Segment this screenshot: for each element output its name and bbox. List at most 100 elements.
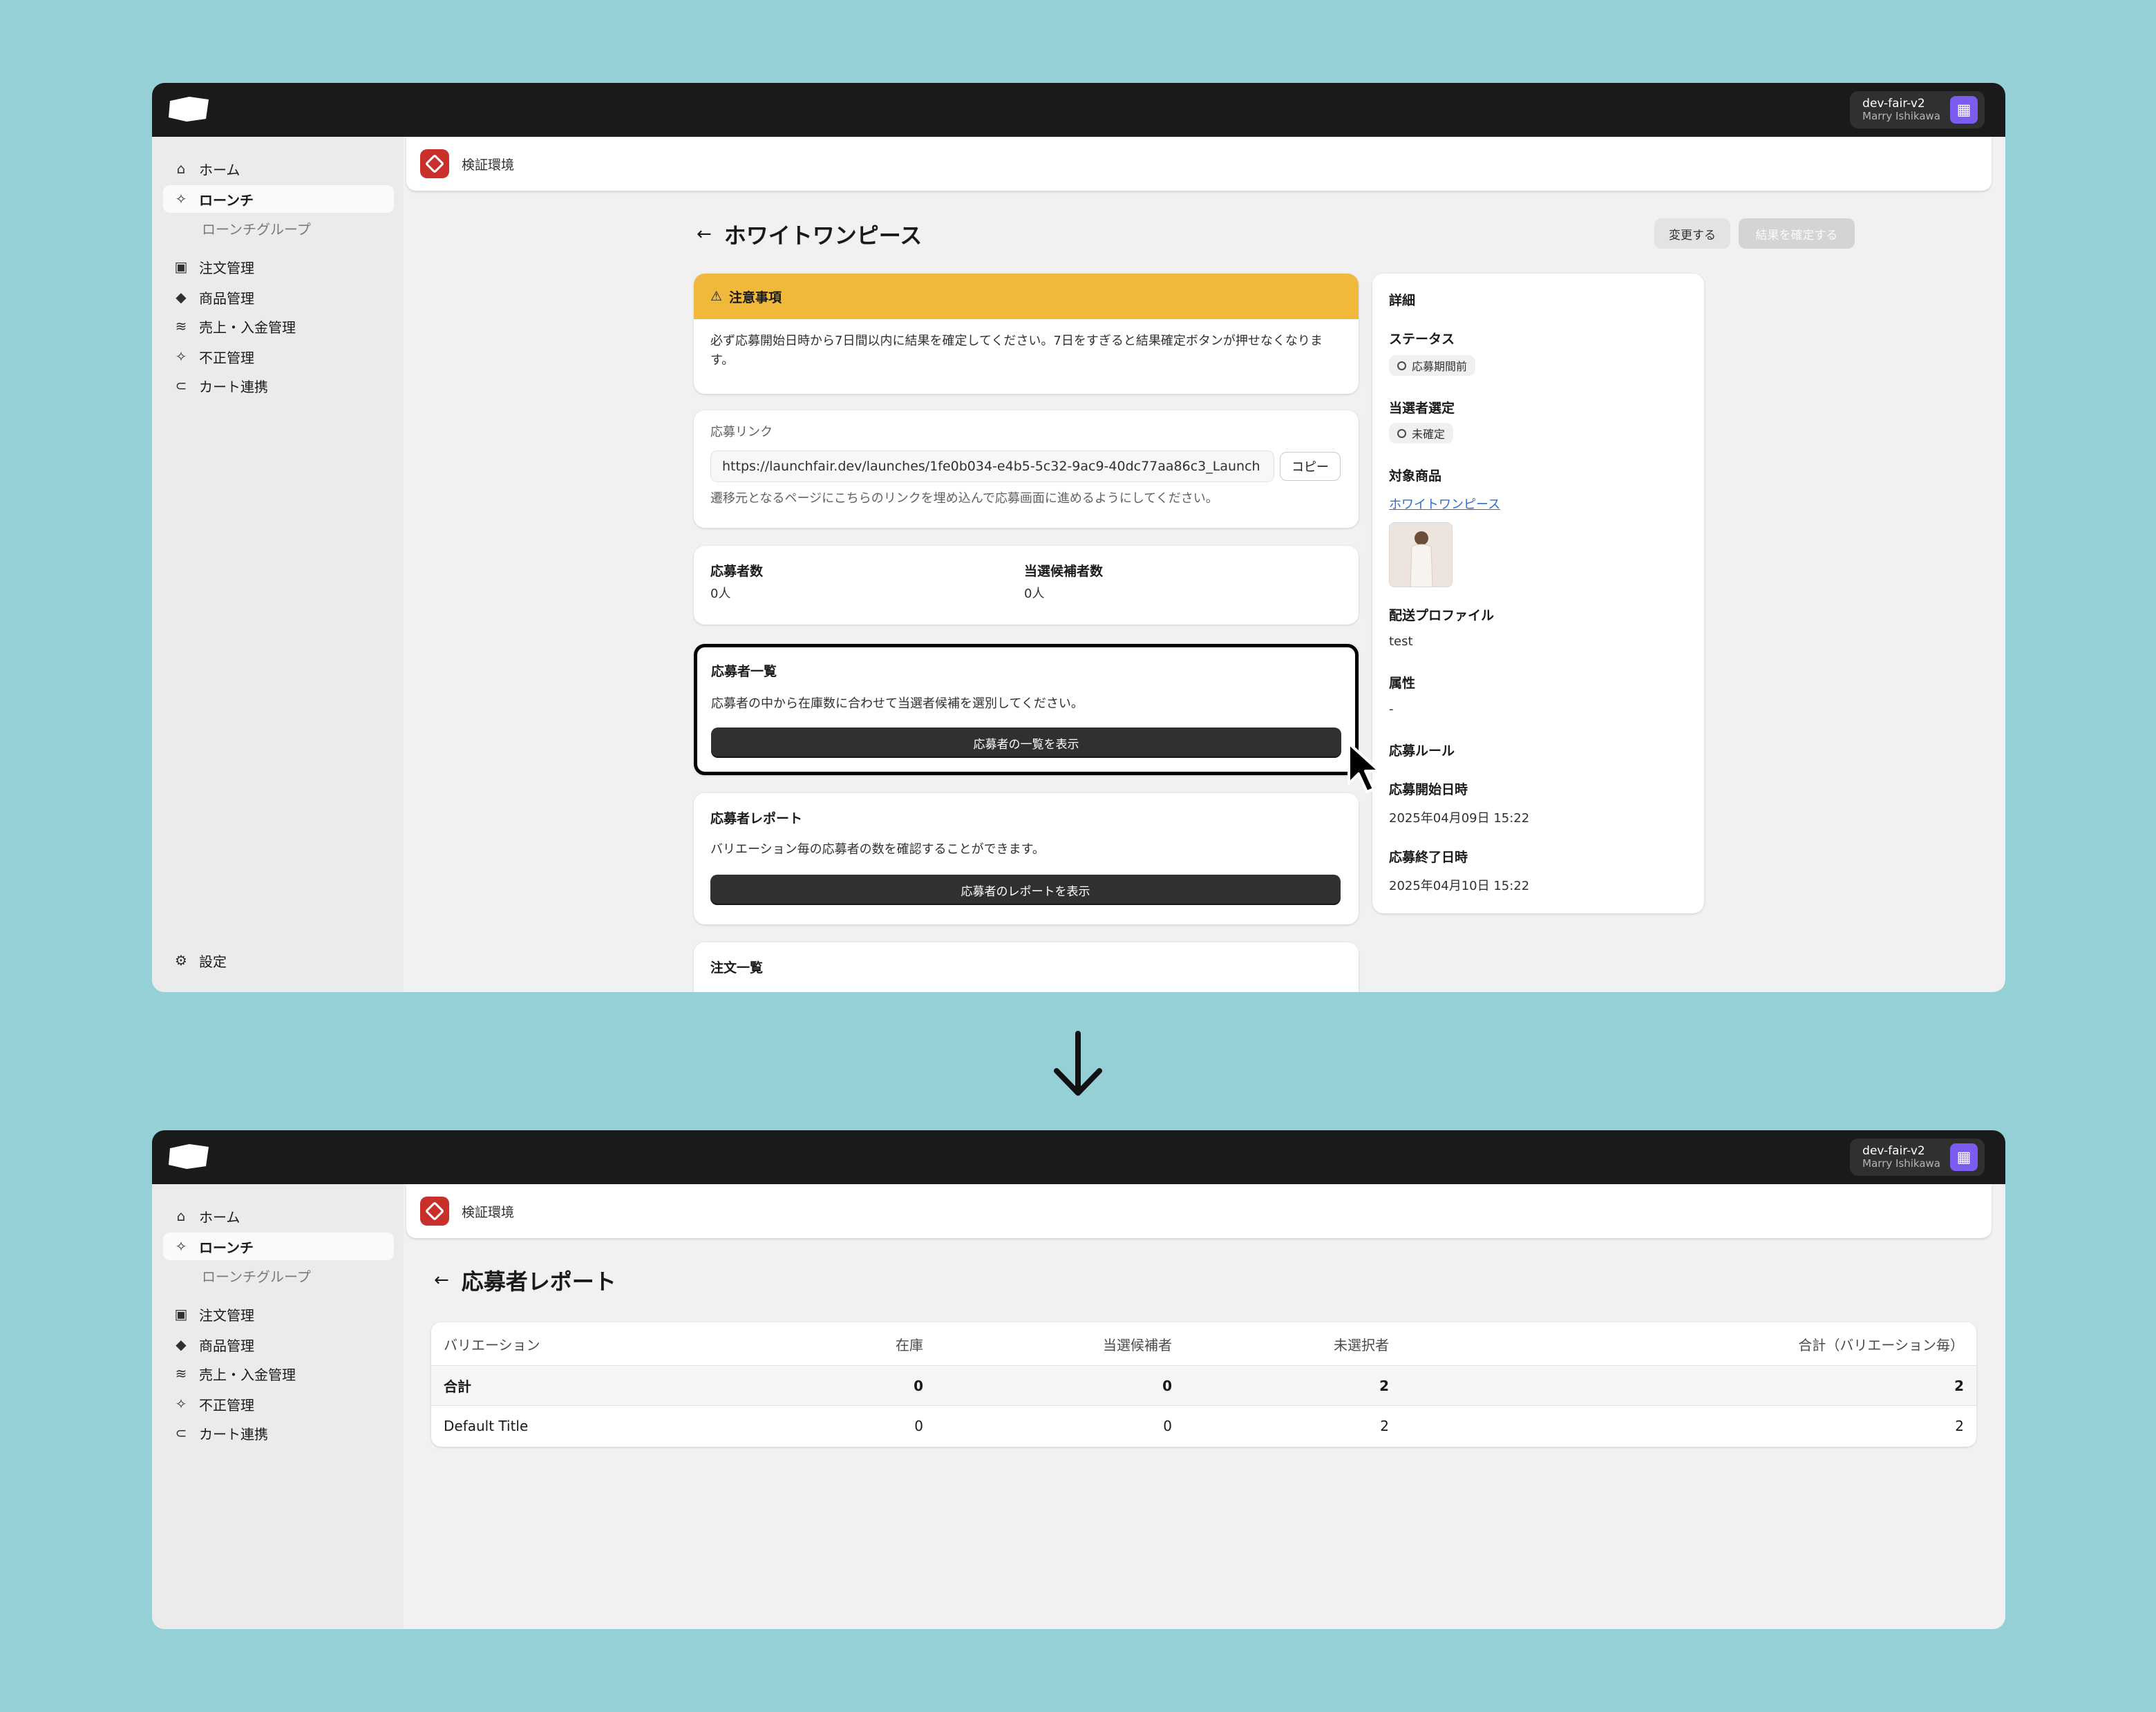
environment-bar: 検証環境	[406, 137, 1992, 191]
status-badge: 応募期間前	[1389, 355, 1476, 376]
top-bar: dev-fair-v2 Marry Ishikawa ▦	[152, 1130, 2005, 1184]
page-title-text: ホワイトワンピース	[724, 222, 923, 249]
product-link[interactable]: ホワイトワンピース	[1389, 495, 1500, 513]
applicant-report-window: dev-fair-v2 Marry Ishikawa ▦ ⌂ ホーム ✧ ローンチ …	[152, 1130, 2005, 1629]
show-applicant-report-button[interactable]: 応募者のレポートを表示	[710, 875, 1341, 905]
product-thumbnail[interactable]	[1389, 522, 1453, 587]
store-name: dev-fair-v2	[1862, 1144, 1925, 1159]
table-cell: Default Title	[444, 1417, 529, 1434]
column-header-total: 合計（バリエーション毎）	[1798, 1336, 1964, 1353]
rule-label: 応募ルール	[1389, 743, 1455, 759]
main-content: 検証環境 ← ホワイトワンピース 変更する 結果を確定する ⚠ 注意事項 必ず応…	[404, 137, 2005, 992]
table-cell: 0	[914, 1417, 923, 1434]
user-name: Marry Ishikawa	[1862, 110, 1940, 123]
table-cell: 0	[914, 1377, 923, 1394]
environment-label: 検証環境	[462, 157, 515, 173]
cash-icon: ≋	[175, 318, 187, 334]
sparkle-icon: ✧	[175, 348, 187, 365]
sidebar-item-label: 注文管理	[199, 1306, 254, 1324]
building-icon: ▦	[1950, 96, 1978, 124]
shipping-label: 配送プロファイル	[1389, 608, 1495, 623]
change-button[interactable]: 変更する	[1654, 218, 1730, 249]
sidebar-item-launch-group[interactable]: ローンチグループ	[163, 214, 394, 242]
table-cell: 合計	[444, 1378, 471, 1395]
sidebar-item-label: ホーム	[199, 161, 240, 178]
link-icon: ⊂	[175, 377, 187, 394]
sidebar-item-launch[interactable]: ✧ ローンチ	[163, 1233, 394, 1260]
report-table: バリエーション 在庫 当選候補者 未選択者 合計（バリエーション毎） 合計 0 …	[431, 1322, 1976, 1447]
details-card: 詳細 ステータス 応募期間前 当選者選定 未確定 対象商品 ホワイトワンピース …	[1372, 274, 1704, 913]
sidebar-item-fraud[interactable]: ✧ 不正管理	[163, 1390, 394, 1418]
confirm-result-button[interactable]: 結果を確定する	[1739, 218, 1855, 249]
table-row-total: 合計 0 0 2 2	[431, 1365, 1976, 1405]
sidebar-item-orders[interactable]: ▣ 注文管理	[163, 1300, 394, 1328]
mouse-cursor-icon	[1348, 742, 1381, 793]
sidebar-item-settings[interactable]: ⚙ 設定	[163, 947, 394, 974]
candidates-count-label: 当選候補者数	[1024, 564, 1104, 579]
details-title: 詳細	[1389, 293, 1416, 308]
orders-card: 注文一覧	[694, 942, 1359, 992]
winner-label: 当選者選定	[1389, 401, 1455, 416]
sidebar-item-label: 売上・入金管理	[199, 318, 296, 336]
table-cell: 2	[1380, 1417, 1389, 1434]
sidebar-item-label: カート連携	[199, 1425, 268, 1443]
sidebar-item-fraud[interactable]: ✧ 不正管理	[163, 343, 394, 370]
sidebar-item-home[interactable]: ⌂ ホーム	[163, 155, 394, 182]
apply-link-help: 遷移元となるページにこちらのリンクを埋め込んで応募画面に進めるようにしてください…	[710, 491, 1218, 506]
copy-button[interactable]: コピー	[1280, 452, 1341, 481]
sidebar-item-orders[interactable]: ▣ 注文管理	[163, 253, 394, 280]
sidebar-item-cart[interactable]: ⊂ カート連携	[163, 1419, 394, 1447]
column-header-stock: 在庫	[896, 1336, 923, 1353]
apply-link-label: 応募リンク	[710, 425, 773, 439]
sidebar-item-label: カート連携	[199, 378, 268, 395]
sidebar-item-label: 商品管理	[199, 289, 254, 307]
app-logo[interactable]	[166, 94, 211, 124]
apply-link-card: 応募リンク https://launchfair.dev/launches/1f…	[694, 410, 1359, 528]
notice-text: 必ず応募開始日時から7日間以内に結果を確定してください。7日をすぎると結果確定ボ…	[710, 334, 1323, 368]
status-circle-icon	[1397, 428, 1406, 438]
environment-bar: 検証環境	[406, 1184, 1992, 1238]
sidebar-item-products[interactable]: ◆ 商品管理	[163, 1331, 394, 1358]
link-icon: ⊂	[175, 1425, 187, 1441]
apply-link-field[interactable]: https://launchfair.dev/launches/1fe0b034…	[710, 450, 1274, 482]
column-header-variation: バリエーション	[444, 1336, 540, 1353]
page-title: ← 応募者レポート	[434, 1264, 616, 1296]
status-circle-icon	[1397, 361, 1406, 370]
applicant-report-card: 応募者レポート バリエーション毎の応募者の数を確認することができます。 応募者の…	[694, 793, 1359, 924]
environment-icon	[420, 1197, 449, 1226]
app-logo[interactable]	[166, 1141, 211, 1172]
back-arrow-icon[interactable]: ←	[434, 1270, 449, 1291]
sidebar-item-launch-group[interactable]: ローンチグループ	[163, 1262, 394, 1289]
sidebar-item-home[interactable]: ⌂ ホーム	[163, 1202, 394, 1230]
sidebar-item-products[interactable]: ◆ 商品管理	[163, 283, 394, 311]
sidebar-item-cart[interactable]: ⊂ カート連携	[163, 372, 394, 399]
applicants-count-label: 応募者数	[710, 564, 764, 579]
sidebar-item-label: ローンチグループ	[202, 1268, 311, 1285]
account-switcher[interactable]: dev-fair-v2 Marry Ishikawa ▦	[1850, 91, 1985, 129]
status-label: ステータス	[1389, 332, 1455, 347]
table-cell: 2	[1954, 1377, 1964, 1394]
notice-header: ⚠ 注意事項	[694, 274, 1359, 319]
sparkle-icon: ✧	[175, 1396, 187, 1412]
environment-icon	[420, 149, 449, 178]
applicant-report-title: 応募者レポート	[710, 811, 803, 826]
account-switcher[interactable]: dev-fair-v2 Marry Ishikawa ▦	[1850, 1139, 1985, 1176]
sidebar-item-launch[interactable]: ✧ ローンチ	[163, 185, 394, 213]
sidebar: ⌂ ホーム ✧ ローンチ ローンチグループ ▣ 注文管理 ◆ 商品管理 ≋ 売上・入金管理…	[152, 1184, 404, 1629]
table-cell: 0	[1162, 1377, 1172, 1394]
building-icon: ▦	[1950, 1143, 1978, 1171]
back-arrow-icon[interactable]: ←	[697, 224, 712, 245]
tag-icon: ◆	[176, 289, 187, 305]
sidebar-item-label: 売上・入金管理	[199, 1366, 296, 1383]
show-applicant-list-button[interactable]: 応募者の一覧を表示	[711, 727, 1341, 758]
applicant-report-text: バリエーション毎の応募者の数を確認することができます。	[710, 842, 1045, 857]
inbox-icon: ▣	[174, 1306, 188, 1322]
sidebar-item-sales[interactable]: ≋ 売上・入金管理	[163, 312, 394, 340]
shipping-value: test	[1389, 634, 1413, 649]
applicant-list-text: 応募者の中から在庫数に合わせて当選者候補を選別してください。	[711, 696, 1084, 711]
user-name: Marry Ishikawa	[1862, 1157, 1940, 1170]
attribute-value: -	[1389, 702, 1394, 716]
sidebar-item-label: ローンチ	[199, 191, 254, 209]
sidebar: ⌂ ホーム ✧ ローンチ ローンチグループ ▣ 注文管理 ◆ 商品管理 ≋ 売上・入金管理…	[152, 137, 404, 992]
sidebar-item-sales[interactable]: ≋ 売上・入金管理	[163, 1360, 394, 1387]
